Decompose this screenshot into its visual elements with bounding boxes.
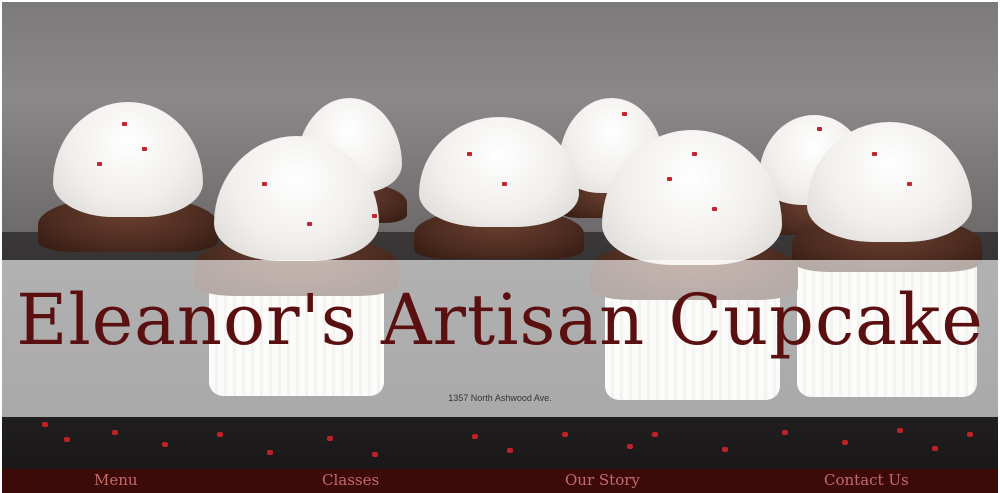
cupcake <box>414 117 584 267</box>
page: Eleanor's Artisan Cupcake 1357 North Ash… <box>0 0 1000 493</box>
nav-item-menu[interactable]: Menu <box>94 471 138 489</box>
site-title: Eleanor's Artisan Cupcake <box>16 279 984 361</box>
address-text: 1357 North Ashwood Ave. <box>448 393 552 403</box>
nav-item-contact-us[interactable]: Contact Us <box>824 471 909 489</box>
bottom-nav: Menu Classes Our Story Contact Us <box>2 469 998 493</box>
cupcake <box>38 102 218 262</box>
nav-item-our-story[interactable]: Our Story <box>565 471 640 489</box>
nav-item-classes[interactable]: Classes <box>322 471 379 489</box>
